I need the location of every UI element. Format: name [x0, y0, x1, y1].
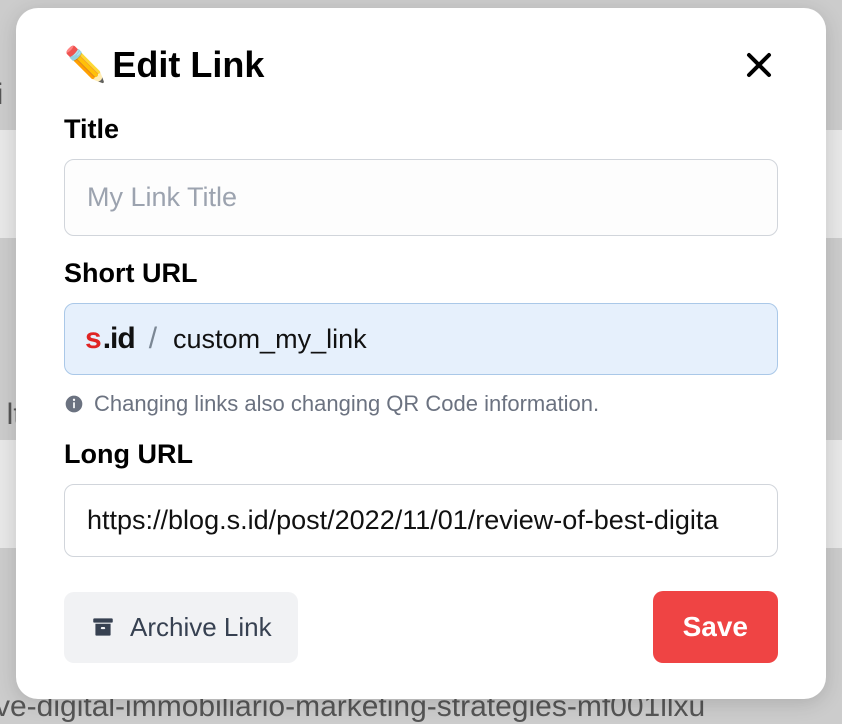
title-field-group: Title [64, 114, 778, 236]
short-url-input[interactable] [173, 324, 757, 355]
sid-logo-id: .id [103, 322, 135, 356]
close-icon [744, 50, 774, 80]
modal-title-text: Edit Link [112, 44, 264, 86]
short-url-box: s .id / [64, 303, 778, 375]
modal-header: ✏️ Edit Link [64, 44, 778, 86]
background-text: gi [0, 78, 3, 112]
modal-footer: Archive Link Save [64, 591, 778, 663]
short-url-field-group: Short URL s .id / Changing links also ch… [64, 258, 778, 417]
edit-link-modal: ✏️ Edit Link Title Short URL s .id / [16, 8, 826, 699]
pencil-icon: ✏️ [64, 48, 106, 82]
sid-logo-s: s [85, 322, 102, 356]
long-url-label: Long URL [64, 439, 778, 470]
archive-link-label: Archive Link [130, 612, 272, 643]
title-label: Title [64, 114, 778, 145]
short-url-hint-text: Changing links also changing QR Code inf… [94, 391, 599, 417]
info-icon [64, 394, 84, 414]
archive-link-button[interactable]: Archive Link [64, 592, 298, 663]
long-url-field-group: Long URL https://blog.s.id/post/2022/11/… [64, 439, 778, 557]
short-url-hint: Changing links also changing QR Code inf… [64, 391, 778, 417]
sid-separator: / [149, 322, 157, 356]
save-button-label: Save [683, 611, 748, 642]
close-button[interactable] [740, 46, 778, 84]
long-url-display[interactable]: https://blog.s.id/post/2022/11/01/review… [64, 484, 778, 557]
title-input[interactable] [64, 159, 778, 236]
modal-title: ✏️ Edit Link [64, 44, 264, 86]
archive-icon [90, 614, 116, 640]
sid-logo: s .id [85, 322, 135, 356]
save-button[interactable]: Save [653, 591, 778, 663]
short-url-label: Short URL [64, 258, 778, 289]
